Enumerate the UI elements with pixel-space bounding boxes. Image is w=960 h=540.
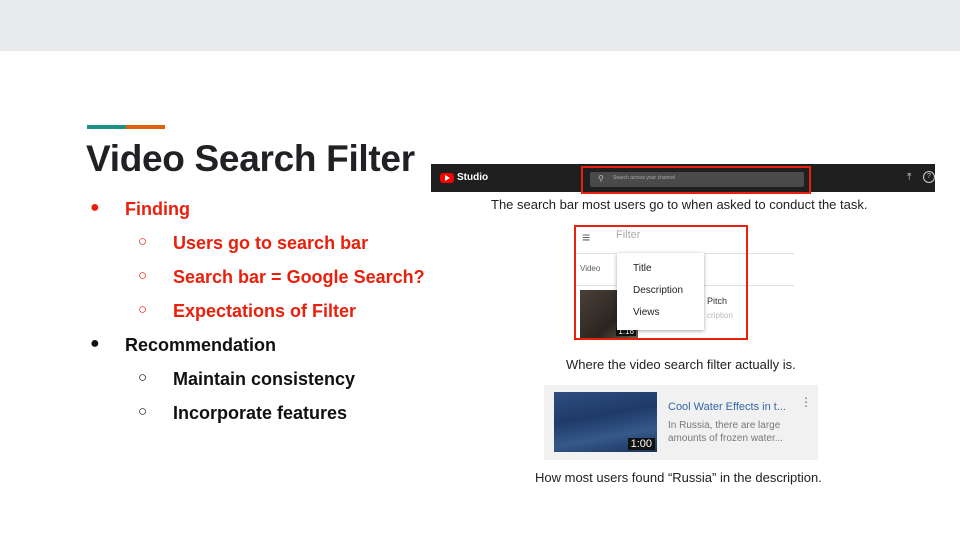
bullet-marker: ○ [138, 233, 148, 250]
bullet-text: Users go to search bar [173, 233, 369, 253]
bullet-text: Recommendation [125, 335, 277, 355]
bullet-marker: ○ [138, 369, 148, 386]
bullet-text: Maintain consistency [173, 369, 356, 389]
slide-title: Video Search Filter [86, 138, 415, 179]
studio-logo-text: Studio [457, 172, 489, 183]
bullet-text: Finding [125, 199, 190, 219]
top-band [0, 0, 960, 51]
bullet-marker: ● [90, 199, 100, 216]
bullet-marker: ○ [138, 403, 148, 420]
accent-bar-orange [126, 125, 165, 129]
bullet-text: Incorporate features [173, 403, 348, 423]
search-highlight-box [581, 166, 811, 194]
bullet-text: Search bar = Google Search? [173, 267, 425, 287]
video-duration: 1:00 [627, 438, 655, 450]
more-vert-icon[interactable]: ⋮ [800, 396, 812, 408]
bullet-marker: ○ [138, 301, 148, 318]
caption-filter: Where the video search filter actually i… [566, 357, 796, 372]
help-icon[interactable]: ? [923, 171, 935, 183]
filter-highlight-box [574, 225, 748, 340]
bullet-marker: ● [90, 335, 100, 352]
video-description: In Russia, there are large amounts of fr… [668, 420, 784, 444]
upload-icon[interactable]: ⤒ [907, 172, 911, 183]
caption-search-bar: The search bar most users go to when ask… [491, 197, 868, 212]
bullet-text: Expectations of Filter [173, 301, 357, 321]
video-title-link[interactable]: Cool Water Effects in t... [668, 401, 786, 413]
video-thumbnail[interactable]: 1:00 [554, 392, 657, 452]
accent-bar-teal [87, 125, 126, 129]
youtube-logo-icon [440, 173, 454, 183]
bullet-marker: ○ [138, 267, 148, 284]
caption-found-russia: How most users found “Russia” in the des… [535, 470, 822, 485]
video-result-card[interactable]: 1:00 Cool Water Effects in t... In Russi… [544, 385, 818, 460]
